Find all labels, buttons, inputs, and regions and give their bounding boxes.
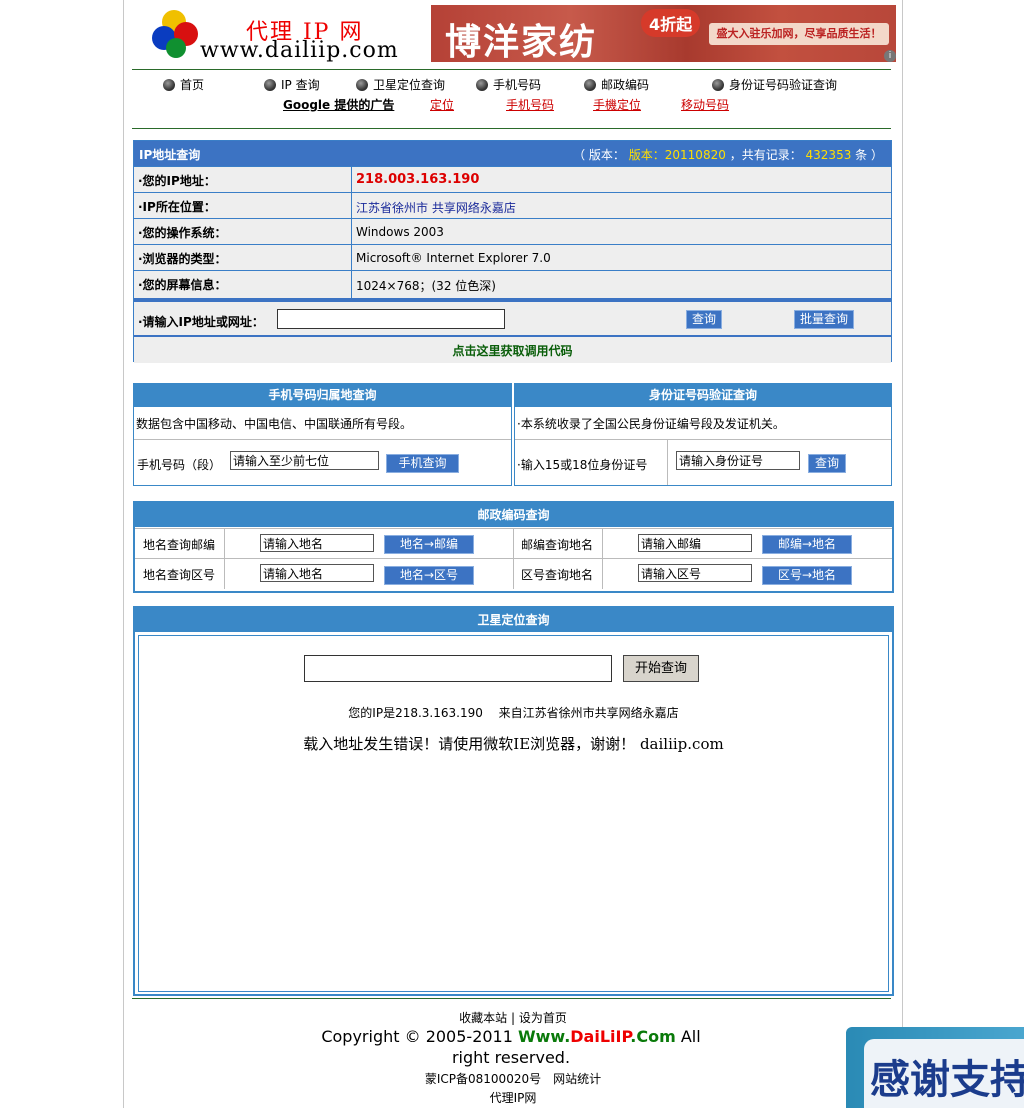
ip-row-browser: ·浏览器的类型： Microsoft® Internet Explorer 7.… xyxy=(134,244,891,270)
idcard-label: ·输入15或18位身份证号 xyxy=(517,458,648,472)
idcard-input[interactable] xyxy=(676,451,800,470)
phone-query-button[interactable]: 手机查询 xyxy=(386,454,459,473)
stats-link[interactable]: 网站统计 xyxy=(553,1072,601,1086)
place-to-postcode-button[interactable]: 地名→邮编 xyxy=(384,535,474,554)
ip-location-value: 江苏省徐州市 共享网络永嘉店 xyxy=(356,201,516,215)
get-code-link[interactable]: 点击这里获取调用代码 xyxy=(134,342,891,359)
phone-desc: 数据包含中国移动、中国电信、中国联通所有号段。 xyxy=(136,417,413,431)
footer-icp: 蒙ICP备08100020号 网站统计 xyxy=(124,1070,902,1087)
place-to-postcode-input[interactable] xyxy=(260,534,374,552)
page: 代理 IP 网 www.dailiip.com 博洋家纺 4折起 盛大入驻乐加网… xyxy=(123,0,903,1108)
place-to-areacode-input[interactable] xyxy=(260,564,374,582)
gps-ip-line: 您的IP是218.3.163.190 来自江苏省徐州市共享网络永嘉店 xyxy=(348,706,679,720)
divider xyxy=(132,69,891,70)
ip-address-value: 218.003.163.190 xyxy=(356,172,480,187)
ip-query-panel: IP地址查询 （ 版本： 版本：20110820 ，共有记录： 432353 条… xyxy=(133,140,892,363)
postcode-panel: 邮政编码查询 地名查询邮编 地名→邮编 邮编查询地名 邮编→地名 地名查询区号 … xyxy=(133,501,894,593)
thanks-text: 感谢支持 xyxy=(870,1056,1024,1103)
ad-info-icon[interactable]: i xyxy=(884,50,896,62)
nav-item-ip-query[interactable]: IP 查询 xyxy=(264,76,320,93)
ip-input[interactable] xyxy=(277,309,505,329)
banner-badge: 4折起 xyxy=(641,9,701,37)
ip-row-address: ·您的IP地址： 218.003.163.190 xyxy=(134,166,891,192)
banner-slogan: 盛大入驻乐加网，尽享品质生活！ xyxy=(709,23,889,45)
nav-item-idcard[interactable]: 身份证号码验证查询 xyxy=(712,76,837,93)
ad-banner[interactable]: 博洋家纺 4折起 盛大入驻乐加网，尽享品质生活！ i xyxy=(431,5,896,62)
nav-item-postcode[interactable]: 邮政编码 xyxy=(584,76,649,93)
divider xyxy=(132,128,891,129)
gps-input[interactable] xyxy=(304,655,612,682)
phone-panel-title: 手机号码归属地查询 xyxy=(134,384,511,407)
main-nav: 首页 IP 查询 卫星定位查询 手机号码 邮政编码 身份证号码验证查询 xyxy=(132,76,891,96)
ad-link-mobile-number[interactable]: 移动号码 xyxy=(681,96,729,113)
areacode-to-place-button[interactable]: 区号→地名 xyxy=(762,566,852,585)
place-to-areacode-button[interactable]: 地名→区号 xyxy=(384,566,474,585)
google-ads-label[interactable]: Google 提供的广告 xyxy=(283,96,394,113)
browser-value: Microsoft® Internet Explorer 7.0 xyxy=(356,251,551,265)
phone-label: 手机号码（段） xyxy=(137,458,222,472)
bullet-icon xyxy=(712,79,724,91)
screen-value: 1024×768；(32 位色深) xyxy=(356,279,496,293)
postcode-row-2: 地名查询区号 地名→区号 区号查询地名 区号→地名 xyxy=(135,558,892,589)
ip-row-screen: ·您的屏幕信息： 1024×768；(32 位色深) xyxy=(134,270,891,298)
postcode-panel-title: 邮政编码查询 xyxy=(135,503,892,527)
bullet-icon xyxy=(476,79,488,91)
ip-panel-title: IP地址查询 xyxy=(139,148,201,162)
phone-query-panel: 手机号码归属地查询 数据包含中国移动、中国电信、中国联通所有号段。 手机号码（段… xyxy=(133,383,512,486)
idcard-desc: ·本系统收录了全国公民身份证编号段及发证机关。 xyxy=(517,417,785,431)
os-value: Windows 2003 xyxy=(356,225,444,239)
gps-panel-title: 卫星定位查询 xyxy=(135,608,892,632)
bullet-icon xyxy=(584,79,596,91)
phone-input[interactable] xyxy=(230,451,379,470)
postcode-to-place-input[interactable] xyxy=(638,534,752,552)
areacode-to-place-input[interactable] xyxy=(638,564,752,582)
gps-content: 开始查询 您的IP是218.3.163.190 来自江苏省徐州市共享网络永嘉店 … xyxy=(138,635,889,992)
footer-links: 收藏本站 | 设为首页 xyxy=(459,1011,567,1025)
logo-url: www.dailiip.com xyxy=(200,38,399,63)
banner-text: 博洋家纺 xyxy=(445,21,598,62)
ip-panel-header: IP地址查询 （ 版本： 版本：20110820 ，共有记录： 432353 条… xyxy=(134,141,891,166)
logo-circles-icon xyxy=(152,10,198,58)
bullet-icon xyxy=(264,79,276,91)
set-homepage-link[interactable]: 设为首页 xyxy=(519,1011,567,1025)
ad-link-phone-locate[interactable]: 手機定位 xyxy=(593,96,641,113)
gps-error-message: 载入地址发生错误！请使用微软IE浏览器，谢谢！ dailiip.com xyxy=(303,735,724,753)
floating-thanks-banner[interactable]: 感谢支持 xyxy=(846,1027,1024,1108)
ad-link-locate[interactable]: 定位 xyxy=(430,96,454,113)
nav-item-home[interactable]: 首页 xyxy=(163,76,204,93)
nav-item-gps[interactable]: 卫星定位查询 xyxy=(356,76,445,93)
bookmark-link[interactable]: 收藏本站 xyxy=(459,1011,507,1025)
divider xyxy=(132,998,891,999)
ip-row-location: ·IP所在位置： 江苏省徐州市 共享网络永嘉店 xyxy=(134,192,891,218)
postcode-to-place-button[interactable]: 邮编→地名 xyxy=(762,535,852,554)
ip-query-button[interactable]: 查询 xyxy=(686,310,722,329)
ip-version-info: （ 版本： 版本：20110820 ，共有记录： 432353 条 ） xyxy=(573,148,883,162)
idcard-query-panel: 身份证号码验证查询 ·本系统收录了全国公民身份证编号段及发证机关。 ·输入15或… xyxy=(514,383,892,486)
google-ads: Google 提供的广告 定位 手机号码 手機定位 移动号码 xyxy=(132,96,891,114)
copyright: Copyright © 2005-2011 Www.DaiLiIP.Com Al… xyxy=(321,1027,701,1067)
bullet-icon xyxy=(356,79,368,91)
site-logo[interactable]: 代理 IP 网 www.dailiip.com xyxy=(152,8,412,64)
code-row: 点击这里获取调用代码 xyxy=(134,335,891,363)
postcode-row-1: 地名查询邮编 地名→邮编 邮编查询地名 邮编→地名 xyxy=(135,528,892,559)
gps-panel: 卫星定位查询 开始查询 您的IP是218.3.163.190 来自江苏省徐州市共… xyxy=(133,606,894,996)
bullet-icon xyxy=(163,79,175,91)
footer-site-name[interactable]: 代理IP网 xyxy=(124,1089,902,1106)
ad-link-mobile[interactable]: 手机号码 xyxy=(506,96,554,113)
icp-link[interactable]: 蒙ICP备08100020号 xyxy=(425,1072,541,1086)
start-query-button[interactable]: 开始查询 xyxy=(623,655,699,682)
idcard-panel-title: 身份证号码验证查询 xyxy=(515,384,891,407)
ip-input-label: ·请输入IP地址或网址： xyxy=(138,315,264,329)
ip-query-row: ·请输入IP地址或网址： 查询 批量查询 xyxy=(134,298,891,336)
nav-item-mobile[interactable]: 手机号码 xyxy=(476,76,541,93)
batch-query-button[interactable]: 批量查询 xyxy=(794,310,854,329)
ip-row-os: ·您的操作系统： Windows 2003 xyxy=(134,218,891,244)
idcard-query-button[interactable]: 查询 xyxy=(808,454,846,473)
